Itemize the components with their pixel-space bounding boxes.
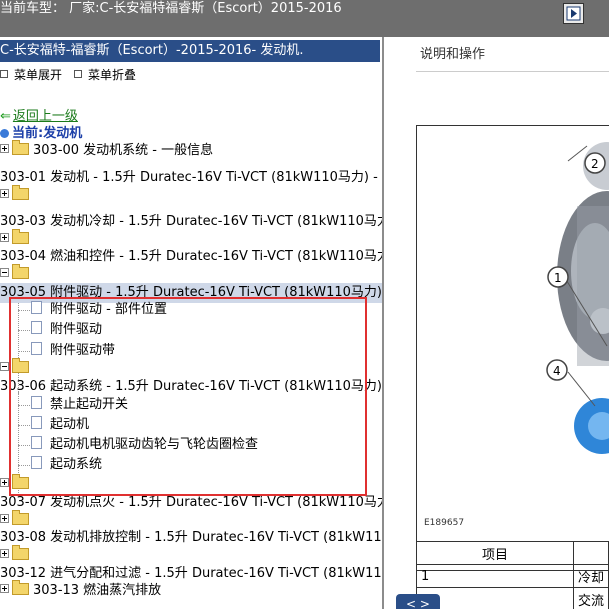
expand-toggle-icon[interactable] (0, 478, 9, 487)
table-cell: 1 (416, 564, 574, 588)
figure-id: E189657 (424, 518, 465, 528)
table-cell (416, 587, 574, 609)
callout-label: 2 (591, 157, 599, 171)
table-row: 交流 (416, 587, 609, 609)
table-header-cell (572, 541, 609, 565)
tree-node-folder[interactable] (0, 264, 33, 285)
top-bar: 当前车型： 厂家:C-长安福特福睿斯（Escort）2015-2016 (0, 0, 609, 37)
tree-node-303-07[interactable]: 303-07 发动机点火 - 1.5升 Duratec-16V Ti-VCT (… (0, 493, 382, 513)
content-panel: 说明和操作 2 1 4 E189657 项目 1 冷却 交流 < > (384, 37, 609, 609)
engine-diagram: 2 1 4 (546, 142, 609, 454)
table-header-cell: 项目 (416, 541, 574, 565)
callout-label: 4 (553, 364, 561, 378)
folder-icon (12, 510, 29, 525)
section-title: 说明和操作 (420, 47, 486, 62)
expand-toggle-icon[interactable] (0, 514, 9, 523)
tree-node-303-13[interactable]: 303-13 燃油蒸汽排放 (0, 580, 161, 601)
folder-icon (12, 545, 29, 560)
folder-icon (12, 140, 29, 155)
folder-icon (12, 229, 29, 244)
tree-node-303-04[interactable]: 303-04 燃油和控件 - 1.5升 Duratec-16V Ti-VCT (… (0, 247, 382, 267)
document-arrow-icon (566, 6, 581, 21)
tree-header: C-长安福特-福睿斯（Escort）-2015-2016- 发动机. (0, 40, 380, 62)
table-cell: 交流 (572, 587, 609, 609)
model-title: 当前车型： 厂家:C-长安福特福睿斯（Escort）2015-2016 (0, 1, 342, 16)
top-action-button[interactable] (563, 3, 584, 24)
tree-node-303-03[interactable]: 303-03 发动机冷却 - 1.5升 Duratec-16V Ti-VCT (… (0, 212, 382, 232)
tree-node-303-08[interactable]: 303-08 发动机排放控制 - 1.5升 Duratec-16V Ti-VCT… (0, 528, 382, 548)
table-cell: 冷却 (572, 564, 609, 588)
expand-toggle-icon[interactable] (0, 189, 9, 198)
folder-icon (12, 264, 29, 279)
square-icon (74, 70, 82, 78)
tree-node-303-00[interactable]: 303-00 发动机系统 - 一般信息 (0, 140, 213, 161)
table-header-row: 项目 (416, 541, 609, 565)
tree-node-folder[interactable] (0, 185, 33, 206)
nav-toggle-button[interactable]: < > (396, 594, 440, 609)
folder-icon (12, 580, 29, 595)
expand-toggle-icon[interactable] (0, 144, 9, 153)
tree-node-folder[interactable] (0, 545, 33, 566)
globe-icon (0, 129, 9, 138)
callout-label: 1 (554, 271, 562, 285)
collapse-toggle-icon[interactable] (0, 362, 9, 371)
table-row: 1 冷却 (416, 564, 609, 588)
collapse-all-button[interactable]: 菜单折叠 (74, 66, 136, 83)
divider (416, 71, 609, 72)
expand-all-button[interactable]: 菜单展开 (0, 66, 62, 83)
diagram-figure: 2 1 4 (416, 125, 609, 571)
folder-icon (12, 185, 29, 200)
expand-toggle-icon[interactable] (0, 584, 9, 593)
expand-toggle-icon[interactable] (0, 549, 9, 558)
highlight-box (9, 297, 367, 496)
legend-table: 项目 1 冷却 交流 (416, 541, 609, 609)
tree-node-303-01[interactable]: 303-01 发动机 - 1.5升 Duratec-16V Ti-VCT (81… (0, 168, 382, 188)
current-node-label: 当前:发动机 (0, 122, 82, 141)
tree-panel: C-长安福特-福睿斯（Escort）-2015-2016- 发动机. 菜单展开 … (0, 37, 382, 609)
collapse-toggle-icon[interactable] (0, 268, 9, 277)
square-icon (0, 70, 8, 78)
expand-toggle-icon[interactable] (0, 233, 9, 242)
